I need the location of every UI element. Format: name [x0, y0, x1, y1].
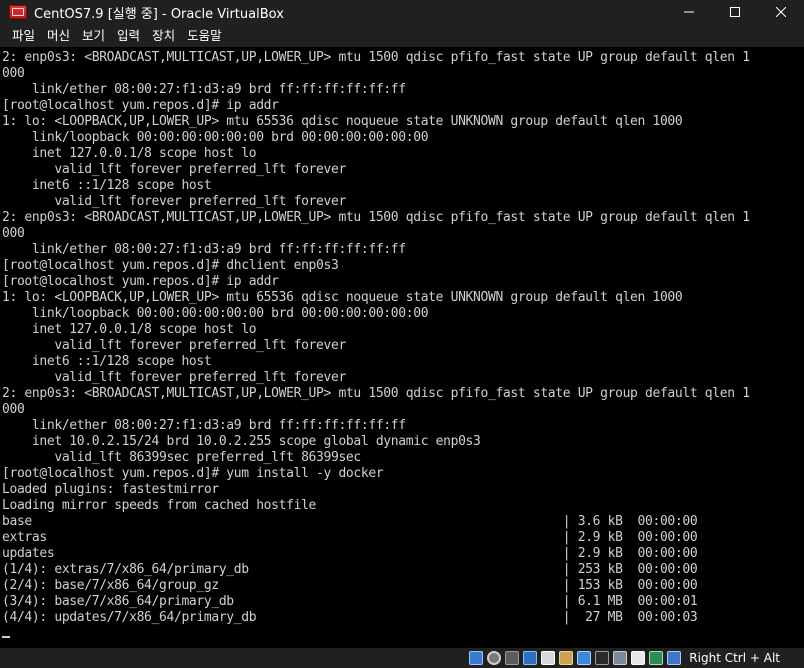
- display-icon[interactable]: [577, 651, 592, 665]
- keyboard-icon[interactable]: [667, 651, 682, 665]
- audio-icon[interactable]: [505, 651, 520, 665]
- host-key-label: Right Ctrl + Alt: [689, 651, 780, 665]
- menu-view[interactable]: 보기: [76, 24, 111, 47]
- shared-folder-icon[interactable]: [559, 651, 574, 665]
- console-line: (3/4): base/7/x86_64/primary_db | 6.1 MB…: [2, 594, 698, 609]
- console-line: base | 3.6 kB 00:00:00: [2, 514, 698, 529]
- window-controls: [666, 0, 804, 24]
- menu-bar: 파일 머신 보기 입력 장치 도움말: [0, 24, 804, 47]
- menu-help[interactable]: 도움말: [181, 24, 228, 47]
- console-line: inet 127.0.0.1/8 scope host lo: [2, 146, 257, 161]
- console-line: 000: [2, 66, 25, 81]
- console-line: 2: enp0s3: <BROADCAST,MULTICAST,UP,LOWER…: [2, 50, 750, 65]
- minimize-button[interactable]: [666, 0, 712, 24]
- console-line: [root@localhost yum.repos.d]# yum instal…: [2, 466, 384, 481]
- console-line: Loaded plugins: fastestmirror: [2, 482, 219, 497]
- usb-icon[interactable]: [541, 651, 556, 665]
- virtualbox-logo-icon: [9, 5, 27, 19]
- minimize-icon: [684, 11, 694, 13]
- cpu-icon[interactable]: [613, 651, 628, 665]
- menu-file[interactable]: 파일: [6, 24, 41, 47]
- console-output: 2: enp0s3: <BROADCAST,MULTICAST,UP,LOWER…: [2, 50, 750, 626]
- maximize-button[interactable]: [712, 0, 758, 24]
- console-line: 000: [2, 402, 25, 417]
- console-line: inet6 ::1/128 scope host: [2, 354, 212, 369]
- vt-x-icon[interactable]: [631, 651, 646, 665]
- console-line: valid_lft 86399sec preferred_lft 86399se…: [2, 450, 361, 465]
- console-line: valid_lft forever preferred_lft forever: [2, 162, 346, 177]
- maximize-icon: [730, 7, 740, 17]
- console-line: link/ether 08:00:27:f1:d3:a9 brd ff:ff:f…: [2, 418, 406, 433]
- text-cursor: [2, 636, 10, 638]
- vm-console-screen[interactable]: 2: enp0s3: <BROADCAST,MULTICAST,UP,LOWER…: [0, 47, 804, 648]
- console-line: 1: lo: <LOOPBACK,UP,LOWER_UP> mtu 65536 …: [2, 290, 683, 305]
- console-line: [root@localhost yum.repos.d]# dhclient e…: [2, 258, 339, 273]
- hard-disk-icon[interactable]: [469, 651, 484, 665]
- console-line: updates | 2.9 kB 00:00:00: [2, 546, 698, 561]
- console-line: extras | 2.9 kB 00:00:00: [2, 530, 698, 545]
- console-line: valid_lft forever preferred_lft forever: [2, 370, 346, 385]
- console-line: link/ether 08:00:27:f1:d3:a9 brd ff:ff:f…: [2, 82, 406, 97]
- title-bar: CentOS7.9 [실행 중] - Oracle VirtualBox: [0, 0, 804, 24]
- menu-input[interactable]: 입력: [111, 24, 146, 47]
- console-line: 000: [2, 226, 25, 241]
- console-line: inet6 ::1/128 scope host: [2, 178, 212, 193]
- console-line: link/loopback 00:00:00:00:00:00 brd 00:0…: [2, 130, 429, 145]
- console-line: valid_lft forever preferred_lft forever: [2, 338, 346, 353]
- console-line: (4/4): updates/7/x86_64/primary_db | 27 …: [2, 610, 698, 625]
- console-line: Loading mirror speeds from cached hostfi…: [2, 498, 317, 513]
- console-line: [root@localhost yum.repos.d]# ip addr: [2, 98, 279, 113]
- mouse-integration-icon[interactable]: [649, 651, 664, 665]
- network-icon[interactable]: [523, 651, 538, 665]
- console-line: link/ether 08:00:27:f1:d3:a9 brd ff:ff:f…: [2, 242, 406, 257]
- console-line: 2: enp0s3: <BROADCAST,MULTICAST,UP,LOWER…: [2, 210, 750, 225]
- console-line: 1: lo: <LOOPBACK,UP,LOWER_UP> mtu 65536 …: [2, 114, 683, 129]
- console-line: [root@localhost yum.repos.d]# ip addr: [2, 274, 279, 289]
- close-icon: [776, 7, 786, 17]
- console-line: inet 127.0.0.1/8 scope host lo: [2, 322, 257, 337]
- menu-devices[interactable]: 장치: [146, 24, 181, 47]
- console-line: valid_lft forever preferred_lft forever: [2, 194, 346, 209]
- console-line: (1/4): extras/7/x86_64/primary_db | 253 …: [2, 562, 698, 577]
- console-line: link/loopback 00:00:00:00:00:00 brd 00:0…: [2, 306, 429, 321]
- console-line: 2: enp0s3: <BROADCAST,MULTICAST,UP,LOWER…: [2, 386, 750, 401]
- window-title: CentOS7.9 [실행 중] - Oracle VirtualBox: [34, 6, 284, 22]
- status-bar: Right Ctrl + Alt: [0, 648, 804, 668]
- close-button[interactable]: [758, 0, 804, 24]
- menu-machine[interactable]: 머신: [41, 24, 76, 47]
- console-line: (2/4): base/7/x86_64/group_gz | 153 kB 0…: [2, 578, 698, 593]
- recording-icon[interactable]: [595, 651, 610, 665]
- optical-drive-icon[interactable]: [487, 651, 502, 665]
- console-line: inet 10.0.2.15/24 brd 10.0.2.255 scope g…: [2, 434, 481, 449]
